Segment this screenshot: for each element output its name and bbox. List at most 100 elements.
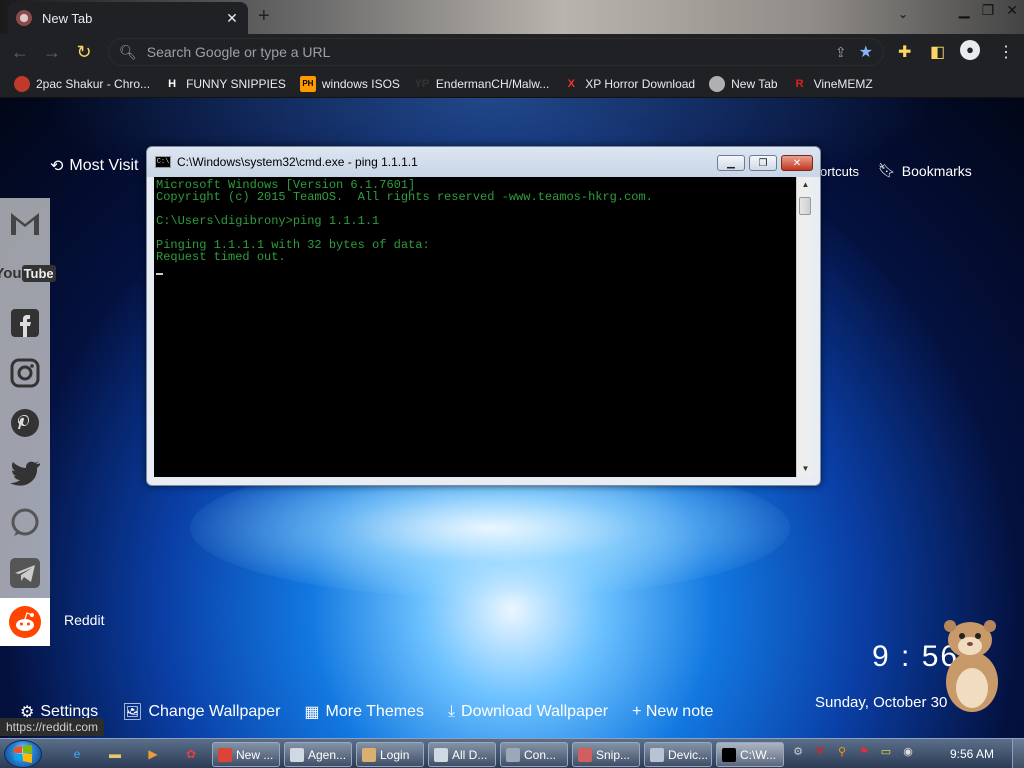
ie-icon[interactable]: e	[66, 744, 88, 764]
control-icon	[506, 747, 520, 762]
new-tab-button[interactable]: +	[258, 5, 270, 28]
scroll-down-arrow-icon[interactable]: ▼	[797, 461, 814, 477]
status-url-bubble: https://reddit.com	[0, 718, 105, 736]
cmd-maximize-button[interactable]: ❐	[749, 155, 777, 171]
whatsapp-icon[interactable]	[0, 498, 50, 548]
bookmark-label: windows ISOS	[321, 76, 400, 91]
reddit-icon[interactable]	[0, 598, 50, 646]
back-arrow-icon[interactable]: ←	[4, 42, 36, 63]
new-tab-favicon	[709, 75, 726, 92]
tray-gear-icon[interactable]: ⚙	[790, 743, 806, 759]
console-line: Copyright (c) 2015 TeamOS. All rights re…	[156, 190, 653, 204]
download-icon: ⤓	[447, 703, 456, 720]
gmail-icon[interactable]	[0, 198, 50, 248]
tray-v-icon[interactable]: V	[812, 743, 828, 759]
youtube-icon[interactable]: YouTube	[0, 248, 56, 298]
device-icon	[650, 747, 664, 762]
cmd-window[interactable]: C:\ C:\Windows\system32\cmd.exe - ping 1…	[146, 146, 821, 486]
bookmark-item[interactable]: 2pac Shakur - Chro...	[14, 75, 150, 92]
change-wallpaper-label: Change Wallpaper	[148, 703, 281, 720]
most-visited-link[interactable]: ⟲ Most Visit	[50, 156, 138, 176]
more-themes-link[interactable]: ▦ More Themes	[304, 702, 424, 722]
tray-battery-icon[interactable]: ▭	[878, 743, 894, 759]
new-note-label: + New note	[632, 703, 714, 720]
cmd-app-icon: C:\	[155, 156, 171, 168]
bookmark-item[interactable]: R VineMEMZ	[792, 76, 873, 92]
taskbar-item[interactable]: New ...	[212, 742, 280, 767]
close-window-icon[interactable]: ✕	[1006, 2, 1018, 19]
bookmark-item[interactable]: H FUNNY SNIPPIES	[164, 76, 286, 92]
taskbar-item[interactable]: Agen...	[284, 742, 352, 767]
media-player-icon[interactable]: ▶	[142, 744, 164, 764]
paint-icon[interactable]: ✿	[180, 744, 202, 764]
bookmark-item[interactable]: PH windows ISOS	[299, 75, 400, 92]
tray-flag-icon[interactable]: ⚑	[856, 743, 872, 759]
show-desktop-button[interactable]	[1012, 739, 1024, 768]
cmd-minimize-button[interactable]: ▁	[717, 155, 745, 171]
chrome-icon	[218, 747, 232, 762]
snipping-icon	[578, 747, 592, 762]
cmd-scrollbar[interactable]: ▲ ▼	[796, 177, 813, 477]
bookmarks-link[interactable]: 🔖︎ Bookmarks	[878, 162, 972, 179]
bookmark-star-icon[interactable]: ★	[859, 42, 873, 62]
tray-volume-icon[interactable]: ◉	[900, 743, 916, 759]
bookmark-item[interactable]: New Tab	[709, 75, 778, 92]
bottom-links: ⚙ Settings 🖼︎ Change Wallpaper ▦ More Th…	[20, 702, 713, 722]
share-icon[interactable]: ⇪	[835, 44, 847, 61]
reload-icon[interactable]: ↻	[68, 42, 100, 63]
taskbar: e ▬ ▶ ✿ New ... Agen... Login All D... Con..…	[0, 738, 1024, 768]
cmd-console[interactable]: Microsoft Windows [Version 6.1.7601] Copy…	[154, 177, 796, 477]
bookmark-label: FUNNY SNIPPIES	[186, 76, 286, 91]
taskbar-item[interactable]: Login	[356, 742, 424, 767]
taskbar-item-label: Snip...	[596, 747, 631, 762]
window-icon	[290, 747, 304, 762]
cmd-close-button[interactable]: ✕	[781, 155, 813, 171]
bookmark-label: XP Horror Download	[585, 76, 696, 91]
shortcuts-link[interactable]: ortcuts	[820, 164, 859, 179]
browser-toolbar: ← → ↻ 🔍︎ Search Google or type a URL ⇪ ★…	[0, 34, 1024, 70]
menu-dots-icon[interactable]: ⋮	[998, 42, 1014, 62]
change-wallpaper-link[interactable]: 🖼︎ Change Wallpaper	[122, 702, 280, 722]
taskbar-item[interactable]: C:\W...	[716, 742, 784, 767]
bookmark-item[interactable]: X XP Horror Download	[563, 76, 696, 92]
tab-search-chevron-icon[interactable]: ⌄	[898, 7, 908, 21]
bookmark-item[interactable]: YP EndermanCH/Malw...	[414, 76, 550, 92]
scroll-up-arrow-icon[interactable]: ▲	[797, 177, 814, 193]
window-controls: ▁ ❐ ✕	[959, 2, 1018, 19]
most-visited-label: Most Visit	[69, 157, 139, 174]
taskbar-item[interactable]: Devic...	[644, 742, 712, 767]
scroll-thumb[interactable]	[799, 197, 811, 215]
taskbar-item-label: New ...	[236, 747, 274, 762]
restore-icon[interactable]: ❐	[982, 2, 995, 19]
twitter-icon[interactable]	[0, 448, 50, 498]
2pac-favicon	[14, 75, 30, 92]
more-themes-label: More Themes	[325, 703, 424, 720]
explorer-folder-icon[interactable]: ▬	[104, 744, 126, 764]
taskbar-item[interactable]: Con...	[500, 742, 568, 767]
pinterest-icon[interactable]	[0, 398, 50, 448]
address-placeholder[interactable]: Search Google or type a URL	[147, 44, 835, 60]
extensions-puzzle-icon[interactable]: ✚	[898, 42, 911, 62]
tab-new-tab[interactable]: New Tab ✕	[8, 2, 248, 34]
tray-search-icon[interactable]: ⚲	[834, 743, 850, 759]
side-panel-icon[interactable]: ◧	[930, 42, 945, 62]
taskbar-item[interactable]: Snip...	[572, 742, 640, 767]
new-note-link[interactable]: + New note	[632, 703, 713, 721]
taskbar-item[interactable]: All D...	[428, 742, 496, 767]
taskbar-item-label: Login	[380, 747, 410, 762]
taskbar-clock[interactable]: 9:56 AM	[950, 747, 994, 761]
tab-close-icon[interactable]: ✕	[224, 10, 240, 27]
download-wallpaper-link[interactable]: ⤓ Download Wallpaper	[448, 703, 608, 721]
forward-arrow-icon[interactable]: →	[36, 42, 68, 63]
minimize-icon[interactable]: ▁	[959, 2, 970, 19]
bookmark-label: EndermanCH/Malw...	[435, 76, 550, 91]
console-line: Request timed out.	[156, 250, 286, 264]
telegram-icon[interactable]	[0, 548, 50, 598]
facebook-icon[interactable]	[0, 298, 50, 348]
address-bar[interactable]: 🔍︎ Search Google or type a URL ⇪ ★	[108, 38, 884, 66]
start-button[interactable]	[4, 740, 42, 768]
taskbar-item-label: C:\W...	[740, 747, 776, 762]
instagram-icon[interactable]	[0, 348, 50, 398]
h-icon: H	[168, 77, 177, 90]
profile-avatar-icon[interactable]: ●	[960, 40, 980, 60]
